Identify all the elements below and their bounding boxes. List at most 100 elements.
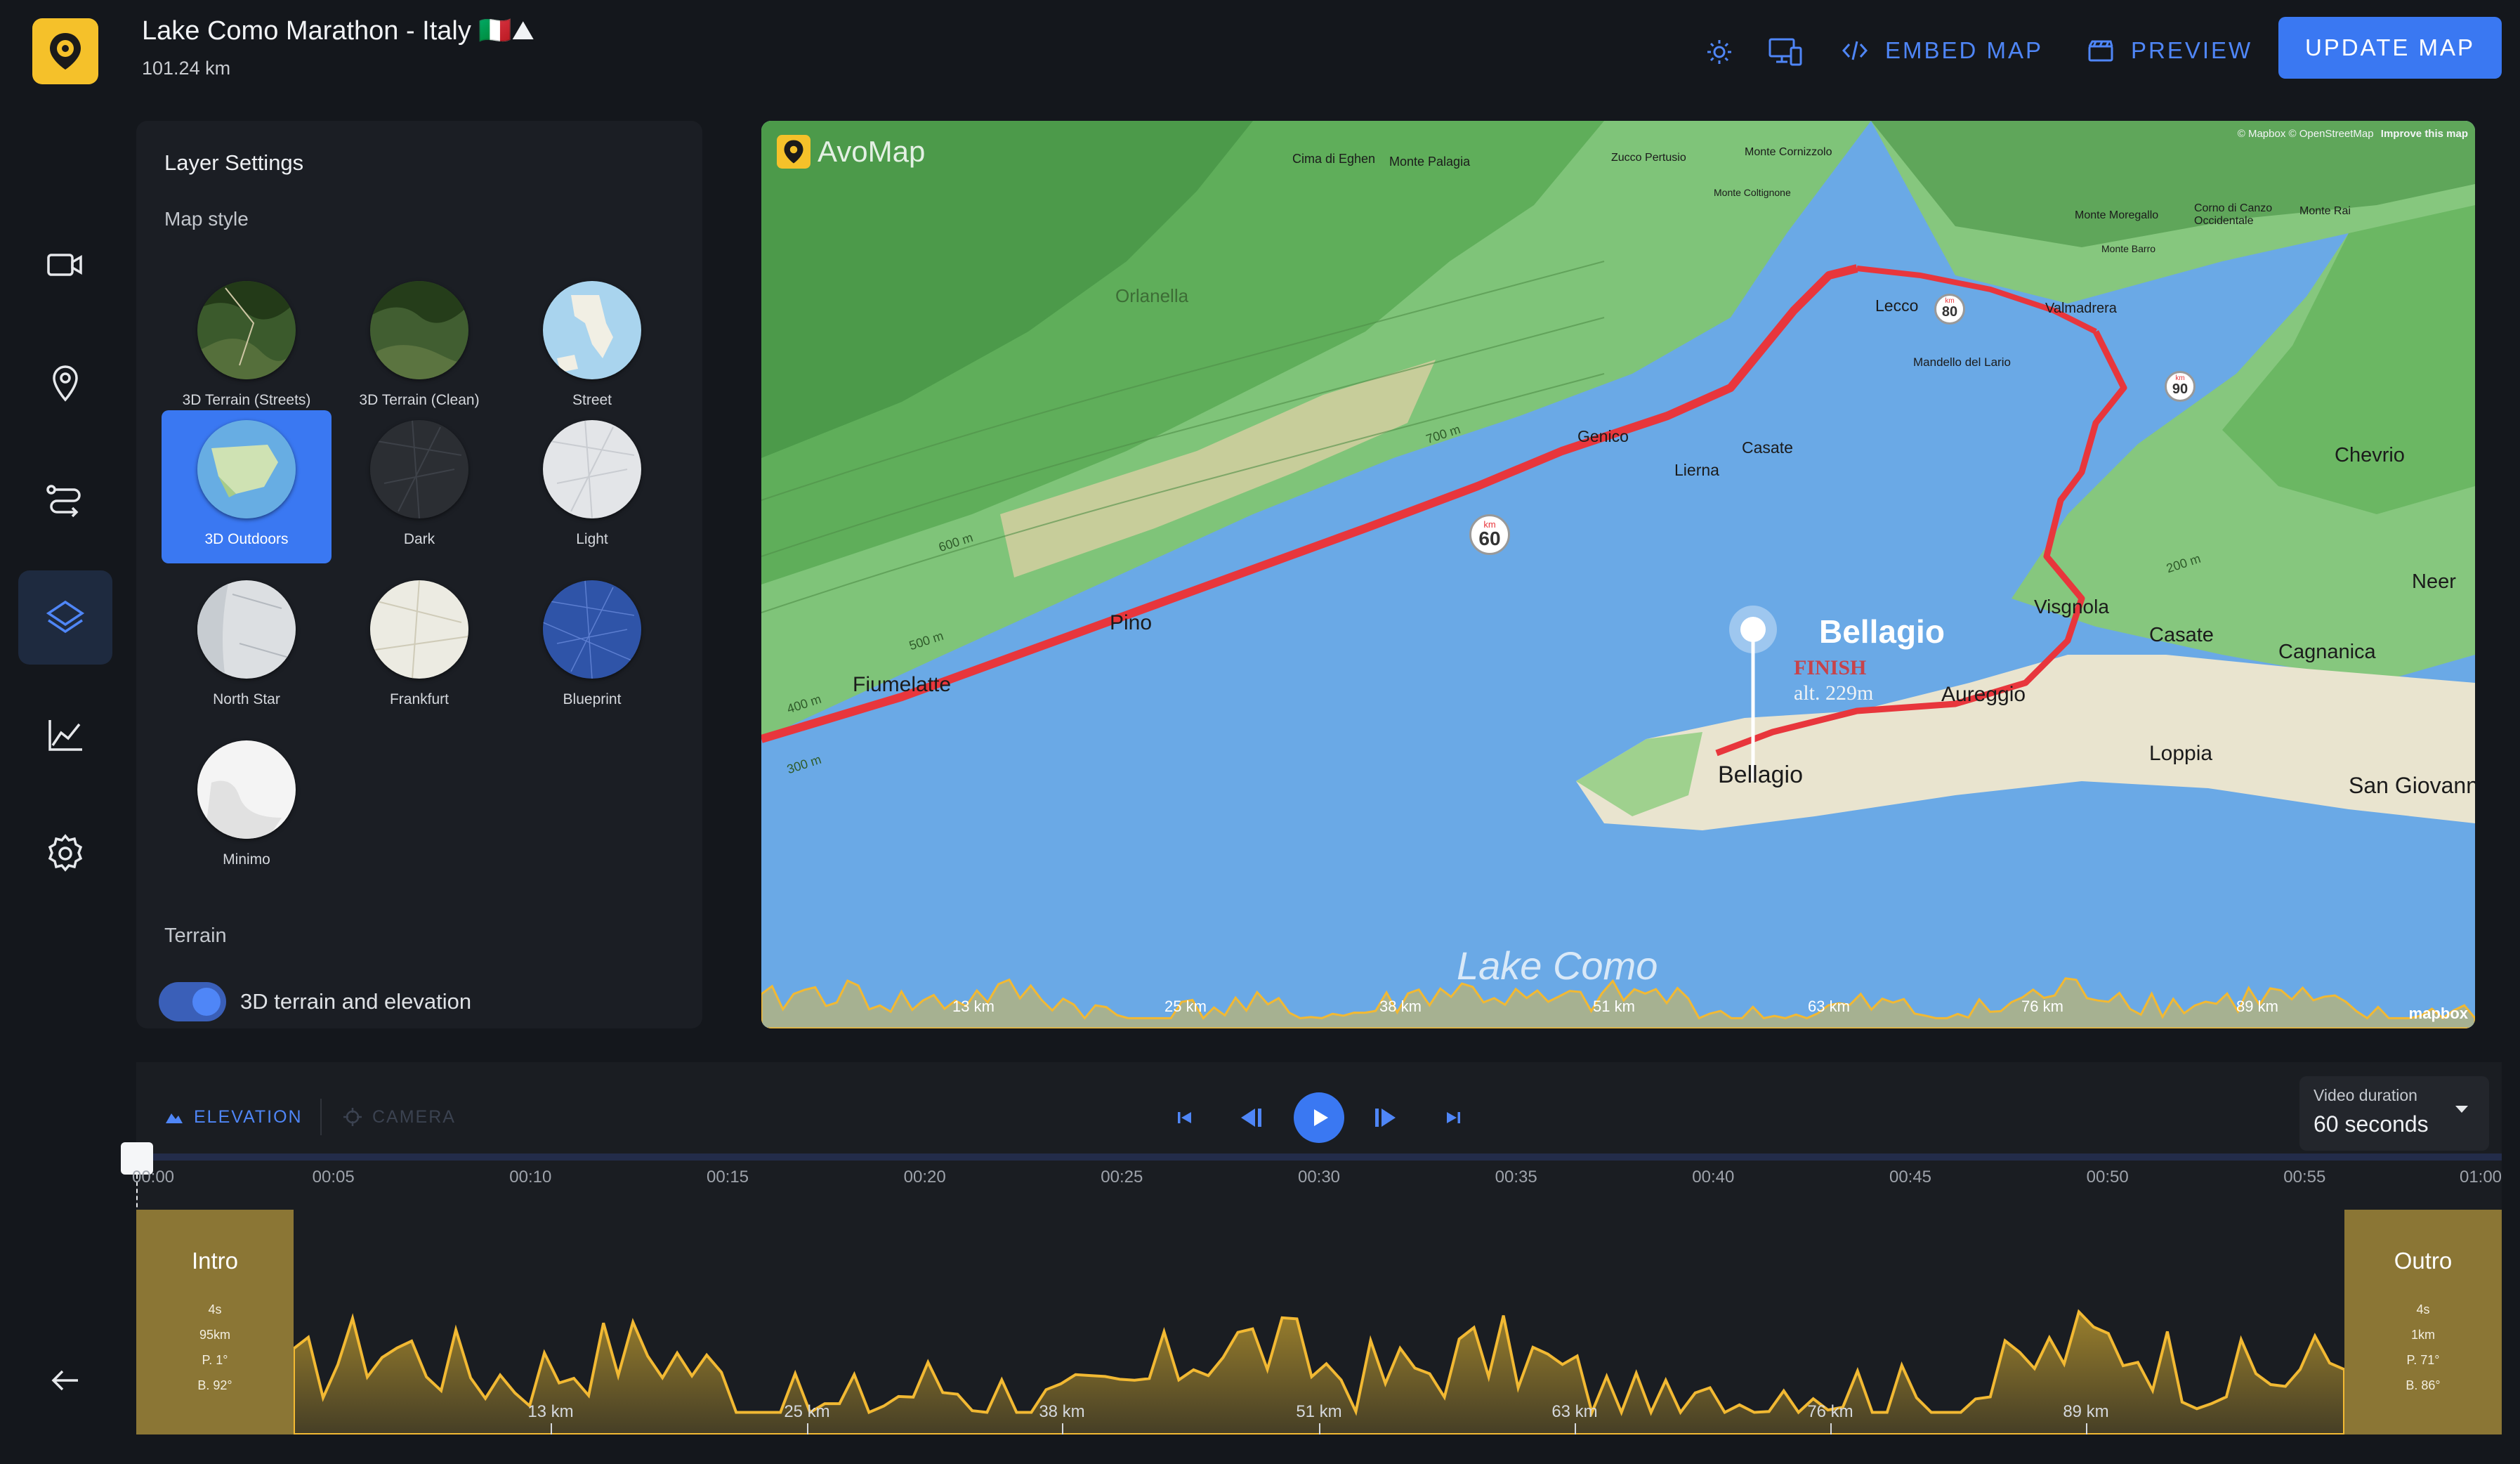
outro-pitch: P. 71° [2406,1353,2440,1367]
update-map-button[interactable]: UPDATE MAP [2278,17,2502,79]
step-forward-button[interactable] [1361,1093,1410,1142]
style-dark[interactable]: Dark [334,410,504,563]
place-label: Neer [2412,570,2456,593]
km-tick-mark [1575,1423,1576,1434]
play-button[interactable] [1294,1092,1344,1143]
route-title: Lake Como Marathon - Italy 🇮🇹⛰ [142,16,534,46]
chevron-down-icon [2455,1106,2468,1113]
time-tick: 00:55 [2283,1168,2326,1187]
outro-segment[interactable]: Outro 4s 1km P. 71° B. 86° [2344,1210,2502,1434]
tab-camera-label: CAMERA [372,1106,456,1127]
mapbox-logo: mapbox [2408,1005,2468,1022]
profile-km-label: 76 km [2021,998,2063,1015]
embed-map-label: EMBED MAP [1885,37,2044,63]
outro-title: Outro [2394,1248,2453,1274]
time-tick: 00:35 [1495,1168,1537,1187]
profile-km-label: 51 km [1593,998,1635,1015]
rail-location-button[interactable] [18,336,112,430]
avomap-logo[interactable] [32,18,98,84]
place-label: Cagnanica [2278,641,2376,663]
km-tick-mark [1319,1423,1320,1434]
style-thumbnail [543,420,641,518]
video-duration-select[interactable]: Video duration 60 seconds [2299,1076,2489,1151]
time-tick: 00:30 [1297,1168,1341,1187]
intro-duration: 4s [208,1302,222,1316]
rail-settings-button[interactable] [18,806,112,901]
tab-elevation[interactable]: ELEVATION [164,1092,303,1142]
rail-camera-button[interactable] [18,218,112,312]
clapperboard-icon [2088,40,2113,62]
tab-camera[interactable]: CAMERA [343,1092,456,1142]
chart-icon [48,720,82,751]
route-icon [46,485,81,518]
rail-chart-button[interactable] [18,688,112,783]
avomap-watermark-icon [777,135,811,169]
time-tick: 00:50 [2086,1168,2129,1187]
style-label: Street [572,392,612,408]
rail-layers-button[interactable] [18,570,112,665]
place-label: Mandello del Lario [1913,355,2011,369]
preview-button[interactable]: PREVIEW [2087,30,2252,72]
km-tick: 76 km [1807,1402,1853,1421]
style-frankfurt[interactable]: Frankfurt [334,570,504,724]
route-distance: 101.24 km [142,58,231,79]
map-style-heading: Map style [164,208,249,230]
style-label: Frankfurt [389,691,449,707]
terrain-toggle[interactable] [159,982,226,1021]
style-3d-outdoors[interactable]: 3D Outdoors [162,410,332,563]
profile-km-label: 89 km [2236,998,2278,1015]
km-tick-mark [1062,1423,1063,1434]
km-marker-value: 80 [1941,304,1958,320]
layer-settings-panel: Layer Settings Map style 3D Terrain (Str… [136,121,702,1028]
tab-elevation-label: ELEVATION [194,1106,303,1127]
time-tick: 00:40 [1692,1168,1735,1187]
rail-route-button[interactable] [18,454,112,548]
timeline-panel: ELEVATION CAMERA Video duration 60 secon… [121,1062,2502,1434]
map-view[interactable]: AvoMap © Mapbox © OpenStreetMap Improve … [761,121,2475,1028]
elevation-chart[interactable] [136,1210,2502,1434]
style-label: Light [576,531,608,547]
skip-end-button[interactable] [1429,1093,1478,1142]
style-thumbnail [197,580,296,679]
intro-segment[interactable]: Intro 4s 95km P. 1° B. 92° [136,1210,294,1434]
style-thumbnail [370,580,468,679]
time-tick: 00:25 [1101,1168,1143,1187]
style-3d-terrain-clean[interactable]: 3D Terrain (Clean) [334,271,504,424]
style-3d-terrain-streets[interactable]: 3D Terrain (Streets) [162,271,332,424]
style-minimo[interactable]: Minimo [162,731,332,884]
place-label: Fiumelatte [853,673,952,696]
style-thumbnail [197,740,296,839]
progress-track[interactable] [136,1153,2502,1161]
place-label: Monte Palagia [1389,155,1471,169]
brightness-icon[interactable] [1698,31,1740,73]
improve-map-link[interactable]: Improve this map [2381,128,2468,140]
code-icon [1842,41,1868,60]
step-back-button[interactable] [1226,1093,1275,1142]
place-label: Lecco [1875,296,1919,315]
intro-pitch: P. 1° [202,1353,228,1367]
place-label: Casate [1742,438,1793,457]
back-button[interactable] [18,1333,112,1427]
style-north-star[interactable]: North Star [162,570,332,724]
style-blueprint[interactable]: Blueprint [507,570,677,724]
style-thumbnail [543,580,641,679]
embed-map-button[interactable]: EMBED MAP [1842,30,2043,72]
style-light[interactable]: Light [507,410,677,563]
km-tick-mark [1830,1423,1832,1434]
km-marker-60[interactable]: km 60 [1469,514,1510,555]
style-street[interactable]: Street [507,271,677,424]
avomap-logo-icon [50,33,81,70]
place-label: Chevrio [2335,444,2405,466]
skip-end-icon [1447,1112,1460,1123]
time-tick: 01:00 [2459,1168,2502,1187]
outro-distance: 1km [2410,1328,2435,1342]
style-label: North Star [213,691,280,707]
elevation-icon [166,1113,183,1123]
km-marker-80[interactable]: km 80 [1934,294,1965,325]
km-tick-mark [2086,1423,2087,1434]
device-preview-icon[interactable] [1764,31,1806,73]
style-label: 3D Outdoors [204,531,289,547]
place-label: Pino [1110,611,1153,634]
km-marker-90[interactable]: km 90 [2165,371,2196,402]
skip-start-button[interactable] [1160,1093,1209,1142]
